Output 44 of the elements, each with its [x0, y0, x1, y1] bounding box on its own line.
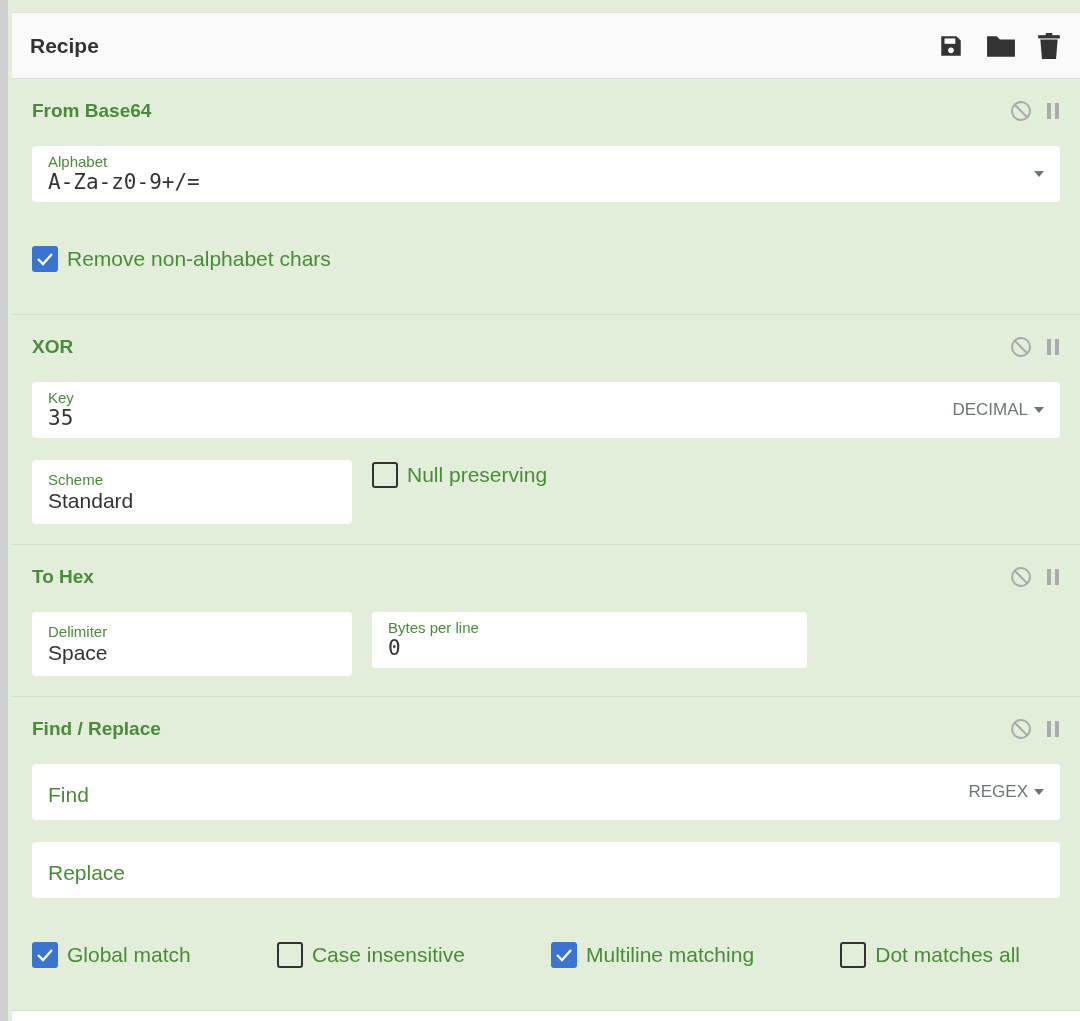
operation-title: XOR — [32, 336, 75, 358]
input-field[interactable]: Find REGEX — [32, 764, 1060, 820]
field-value: 0 — [388, 636, 402, 661]
field-label: Bytes per line — [388, 619, 480, 636]
caret-icon — [1034, 407, 1044, 413]
checkbox-label[interactable]: Null preserving — [407, 463, 548, 487]
field-label: Alphabet — [48, 153, 109, 170]
checkbox[interactable] — [276, 942, 303, 968]
checkbox-label[interactable]: Remove non-alphabet chars — [67, 247, 331, 271]
checkmark-icon — [36, 252, 54, 266]
checkbox-label[interactable]: Case insensitive — [311, 943, 465, 967]
checkbox[interactable] — [840, 942, 867, 968]
checkmark-icon — [36, 948, 54, 962]
field-label: Key — [48, 389, 75, 406]
recipe-title: Recipe — [30, 33, 100, 58]
field-value: Space — [48, 640, 109, 665]
checkbox[interactable] — [32, 942, 58, 968]
field-placeholder: Replace — [48, 860, 127, 885]
input-field[interactable]: Key 35 DECIMAL — [32, 382, 1060, 438]
operation-title: To Hex — [32, 566, 95, 588]
checkbox-label[interactable]: Dot matches all — [875, 943, 1020, 967]
input-field[interactable]: Delimiter Space — [32, 612, 352, 676]
checkbox-label[interactable]: Multiline matching — [586, 943, 755, 967]
field-placeholder: Find — [48, 782, 90, 807]
input-field[interactable]: Replace — [32, 842, 1060, 898]
checkbox[interactable] — [551, 942, 577, 968]
input-field[interactable]: Bytes per line 0 — [372, 612, 807, 668]
checkmark-icon — [555, 948, 573, 962]
checkbox-label[interactable]: Global match — [67, 943, 191, 967]
input-field[interactable]: Alphabet A-Za-z0-9+/= — [32, 146, 1060, 202]
operation-title: Find / Replace — [32, 718, 162, 740]
input-field[interactable]: Scheme Standard — [32, 460, 352, 524]
operation-title: From Base64 — [32, 100, 153, 122]
field-value: A-Za-z0-9+/= — [48, 170, 201, 195]
format-dropdown[interactable]: REGEX — [968, 782, 1044, 802]
checkbox[interactable] — [32, 246, 58, 272]
field-value: Standard — [48, 488, 135, 513]
field-label: Scheme — [48, 471, 105, 488]
field-label: Delimiter — [48, 623, 109, 640]
field-value: 35 — [48, 406, 75, 431]
checkbox[interactable] — [372, 462, 398, 488]
caret-icon — [1034, 789, 1044, 795]
delete-button[interactable] — [1038, 32, 1060, 59]
format-dropdown[interactable]: DECIMAL — [952, 400, 1044, 420]
